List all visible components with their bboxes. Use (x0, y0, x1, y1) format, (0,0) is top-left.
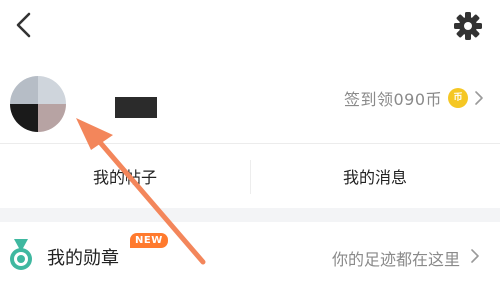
avatar-pixel (10, 76, 38, 104)
tab-divider (250, 160, 251, 194)
signin-text: 签到领090币 (343, 90, 442, 109)
coin-icon: 币 (448, 88, 468, 108)
medal-label: 我的勋章 (47, 248, 119, 269)
chevron-right-icon (475, 91, 483, 105)
avatar-pixel (38, 104, 66, 132)
back-button[interactable] (8, 8, 42, 42)
tab-my-messages[interactable]: 我的消息 (250, 144, 500, 208)
medal-subtitle: 你的足迹都在这里 (331, 250, 460, 269)
my-medals-row[interactable]: 我的勋章 NEW 你的足迹都在这里 (0, 222, 500, 288)
medal-icon (10, 239, 32, 270)
top-bar (0, 0, 500, 52)
coin-glyph: 币 (453, 92, 463, 103)
chevron-left-icon (16, 12, 31, 38)
signin-reward-button[interactable]: 签到领090币 币 (344, 86, 484, 110)
avatar-pixel (38, 76, 66, 104)
gear-icon (454, 12, 482, 40)
chevron-right-icon (471, 249, 479, 263)
tab-my-posts[interactable]: 我的帖子 (0, 144, 250, 208)
avatar-pixel (10, 104, 38, 132)
settings-button[interactable] (450, 8, 486, 44)
avatar[interactable] (10, 76, 66, 132)
new-badge: NEW (130, 233, 168, 248)
profile-header[interactable]: 签到领090币 币 (0, 60, 500, 140)
section-gap (0, 208, 500, 222)
username-redacted (115, 97, 157, 118)
